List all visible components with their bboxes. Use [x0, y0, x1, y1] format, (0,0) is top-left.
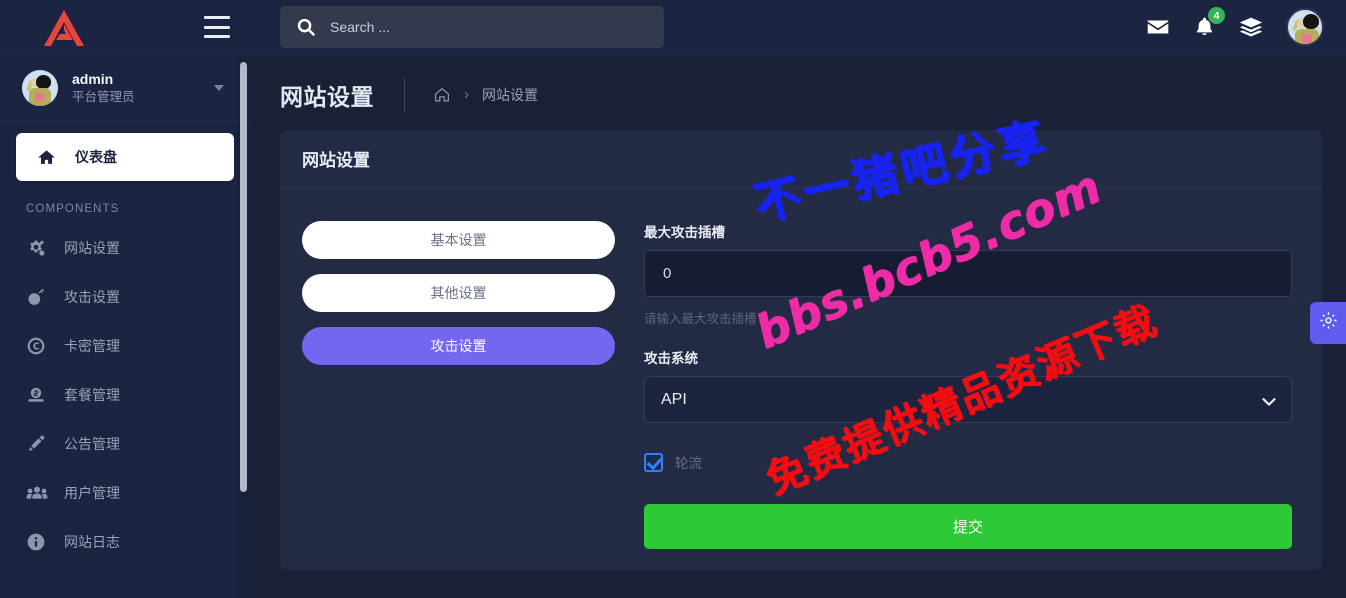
- sidebar-item-label: 公告管理: [64, 435, 120, 452]
- home-icon[interactable]: [433, 86, 451, 104]
- chevron-down-icon[interactable]: [214, 85, 224, 91]
- tab-basic-settings[interactable]: 基本设置: [302, 221, 615, 259]
- max-slot-help-text: 请输入最大攻击插槽: [644, 312, 757, 326]
- max-slot-input[interactable]: [644, 250, 1292, 297]
- copyright-icon: [26, 336, 52, 356]
- sidebar-item-user-management[interactable]: 用户管理: [0, 468, 250, 517]
- search-icon: [296, 17, 316, 37]
- sidebar-nav: 仪表盘 COMPONENTS 网站设置 攻击设置 卡密管理 套餐管理 公告管理 …: [0, 121, 250, 566]
- sidebar-item-label: 套餐管理: [64, 386, 120, 403]
- max-slot-label: 最大攻击插槽: [644, 225, 725, 240]
- card-title: 网站设置: [302, 151, 370, 170]
- sidebar: admin 平台管理员 仪表盘 COMPONENTS 网站设置 攻击设置 卡密管…: [0, 0, 250, 598]
- page-header: 网站设置 › 网站设置: [250, 55, 1346, 130]
- layers-icon[interactable]: [1238, 15, 1264, 39]
- tab-other-settings[interactable]: 其他设置: [302, 274, 615, 312]
- envelope-icon[interactable]: [1145, 14, 1171, 40]
- card-header: 网站设置: [280, 130, 1322, 188]
- breadcrumb-separator: ›: [464, 86, 469, 103]
- sidebar-item-site-settings[interactable]: 网站设置: [0, 223, 250, 272]
- sidebar-item-card-management[interactable]: 卡密管理: [0, 321, 250, 370]
- info-icon: [26, 532, 52, 552]
- breadcrumb-current: 网站设置: [482, 86, 538, 103]
- notification-badge: 4: [1208, 7, 1225, 24]
- sidebar-item-label: 卡密管理: [64, 337, 120, 354]
- bomb-icon: [26, 287, 52, 307]
- hamburger-icon[interactable]: [204, 16, 230, 38]
- page-title: 网站设置: [280, 83, 374, 110]
- avatar[interactable]: [1286, 8, 1324, 46]
- theme-settings-button[interactable]: [1310, 302, 1346, 344]
- gear-icon: [1319, 311, 1338, 335]
- sidebar-item-announcement-management[interactable]: 公告管理: [0, 419, 250, 468]
- attack-system-select[interactable]: API: [644, 376, 1292, 423]
- sidebar-section-label: COMPONENTS: [26, 203, 120, 215]
- sidebar-user-role: 平台管理员: [72, 89, 135, 104]
- rotate-checkbox[interactable]: [644, 452, 663, 472]
- home-icon: [37, 148, 63, 167]
- search-box[interactable]: [280, 6, 664, 48]
- main-area: 4 网站设置 › 网站设置: [250, 0, 1346, 598]
- triangle-logo[interactable]: [40, 7, 88, 49]
- sidebar-item-label: 攻击设置: [64, 288, 120, 305]
- divider: [404, 77, 405, 112]
- card-body: 基本设置 其他设置 攻击设置 最大攻击插槽 请输入最大攻击插槽 攻击系统 API: [280, 188, 1322, 549]
- sidebar-item-label: 用户管理: [64, 484, 120, 501]
- topbar-actions: 4: [1145, 7, 1324, 46]
- sidebar-brand: [0, 0, 250, 55]
- money-icon: [26, 385, 52, 405]
- attack-settings-form: 最大攻击插槽 请输入最大攻击插槽 攻击系统 API 轮流: [615, 221, 1292, 549]
- tab-list: 基本设置 其他设置 攻击设置: [302, 221, 615, 549]
- sidebar-item-label: 网站日志: [64, 533, 120, 550]
- avatar: [22, 69, 58, 106]
- submit-button[interactable]: 提交: [644, 504, 1292, 549]
- sidebar-item-label: 仪表盘: [75, 149, 117, 165]
- topbar: 4: [250, 0, 1346, 55]
- sidebar-user-name: admin: [72, 70, 114, 87]
- sidebar-item-site-log[interactable]: 网站日志: [0, 517, 250, 566]
- sidebar-item-dashboard[interactable]: 仪表盘: [16, 133, 234, 181]
- pen-icon: [26, 434, 52, 454]
- rotate-checkbox-row: 轮流: [644, 452, 1292, 472]
- tab-attack-settings[interactable]: 攻击设置: [302, 327, 615, 365]
- bell-icon[interactable]: 4: [1193, 7, 1225, 39]
- sidebar-scrollbar-track[interactable]: [237, 55, 249, 598]
- settings-card: 网站设置 基本设置 其他设置 攻击设置 最大攻击插槽 请输入最大攻击插槽 攻击系…: [280, 130, 1322, 570]
- sidebar-item-attack-settings[interactable]: 攻击设置: [0, 272, 250, 321]
- sidebar-user-panel[interactable]: admin 平台管理员: [0, 55, 250, 121]
- search-input[interactable]: [330, 19, 648, 35]
- sidebar-scroll-area: admin 平台管理员 仪表盘 COMPONENTS 网站设置 攻击设置 卡密管…: [0, 55, 250, 598]
- app-root: admin 平台管理员 仪表盘 COMPONENTS 网站设置 攻击设置 卡密管…: [0, 0, 1346, 598]
- rotate-checkbox-label: 轮流: [675, 456, 702, 471]
- sidebar-scrollbar-thumb[interactable]: [240, 62, 247, 492]
- sidebar-item-label: 网站设置: [64, 239, 120, 256]
- users-icon: [26, 483, 52, 503]
- gears-icon: [26, 238, 52, 258]
- sidebar-item-package-management[interactable]: 套餐管理: [0, 370, 250, 419]
- breadcrumb: › 网站设置: [433, 85, 538, 105]
- attack-system-label: 攻击系统: [644, 351, 698, 366]
